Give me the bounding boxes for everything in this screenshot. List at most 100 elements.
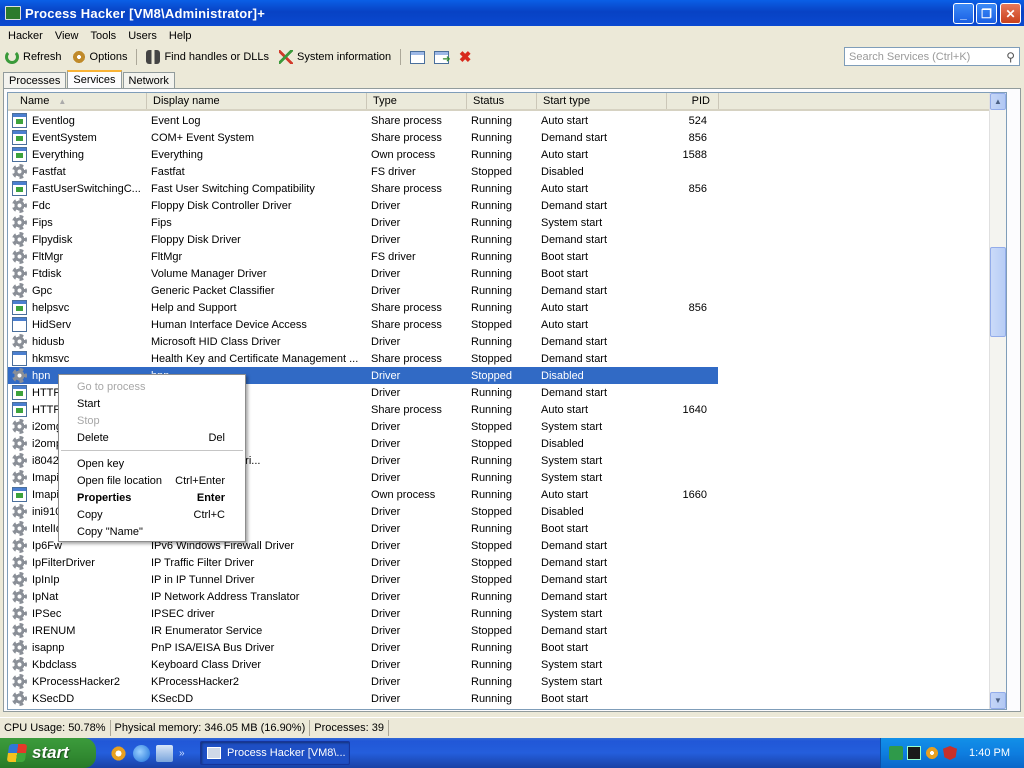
table-row[interactable]: IPSec IPSEC driver Driver Running System sta… xyxy=(8,605,718,622)
service-type-cell: Share process xyxy=(371,301,442,314)
find-handles-button[interactable]: Find handles or DLLs xyxy=(141,47,274,67)
table-row[interactable]: IpInIp IP in IP Tunnel Driver Driver Stoppe… xyxy=(8,571,718,588)
menu-tools[interactable]: Tools xyxy=(85,30,123,42)
service-start-cell: Demand start xyxy=(541,624,608,637)
table-row[interactable]: IRENUM IR Enumerator Service Driver Stopped… xyxy=(8,622,718,639)
table-row[interactable]: Everything Everything Own process Running Au… xyxy=(8,146,718,163)
menu-item-properties[interactable]: Properties Enter xyxy=(59,489,245,506)
terminate-button[interactable]: ✖ xyxy=(456,48,474,66)
tab-network[interactable]: Network xyxy=(122,72,175,89)
table-row[interactable]: FltMgr FltMgr FS driver Running Boot start xyxy=(8,248,718,265)
service-status-cell: Running xyxy=(471,114,512,127)
taskbar-item-process-hacker[interactable]: Process Hacker [VM8\... xyxy=(200,741,350,765)
service-name-cell: IpNat xyxy=(8,589,147,604)
show-desktop-icon[interactable] xyxy=(156,744,173,762)
table-row[interactable]: Fdc Floppy Disk Controller Driver Driver Ru… xyxy=(8,197,718,214)
driver-gear-icon xyxy=(12,215,27,230)
table-row[interactable]: Kbdclass Keyboard Class Driver Driver Runni… xyxy=(8,656,718,673)
column-pid[interactable]: PID xyxy=(667,93,719,109)
menu-item-open-key[interactable]: Open key xyxy=(59,455,245,472)
menu-item-copy[interactable]: Copy Ctrl+C xyxy=(59,506,245,523)
quicklaunch-chevron-icon[interactable]: » xyxy=(179,748,185,759)
sort-ascending-icon: ▲ xyxy=(58,97,67,106)
system-information-button[interactable]: System information xyxy=(274,47,396,67)
menu-item-delete[interactable]: Delete Del xyxy=(59,429,245,446)
clock[interactable]: 1:40 PM xyxy=(969,747,1010,759)
service-type-cell: Share process xyxy=(371,352,442,365)
service-name-cell: Kbdclass xyxy=(8,657,147,672)
service-start-cell: System start xyxy=(541,675,603,688)
table-row[interactable]: Fips Fips Driver Running System start xyxy=(8,214,718,231)
table-row[interactable]: IpFilterDriver IP Traffic Filter Driver Dr… xyxy=(8,554,718,571)
menu-help[interactable]: Help xyxy=(163,30,198,42)
column-name[interactable]: Name ▲ xyxy=(8,93,147,109)
service-type-cell: Driver xyxy=(371,658,401,671)
service-name-cell: IPSec xyxy=(8,606,147,621)
menu-item-go-to-process[interactable]: Go to process xyxy=(59,378,245,395)
table-row[interactable]: Gpc Generic Packet Classifier Driver Runnin… xyxy=(8,282,718,299)
service-display-cell: Microsoft HID Class Driver xyxy=(151,335,281,348)
menu-bar: Hacker View Tools Users Help xyxy=(0,26,1024,45)
monitor-tray-icon[interactable] xyxy=(907,746,921,760)
table-row[interactable]: KProcessHacker2 KProcessHacker2 Driver Runn… xyxy=(8,673,718,690)
column-status[interactable]: Status xyxy=(467,93,537,109)
service-type-cell: Driver xyxy=(371,233,401,246)
search-tray-icon[interactable] xyxy=(925,746,939,760)
internet-explorer-icon[interactable] xyxy=(133,744,150,762)
tab-processes[interactable]: Processes xyxy=(3,72,67,89)
open-window-button[interactable]: ➜ xyxy=(432,48,451,66)
table-row[interactable]: isapnp PnP ISA/EISA Bus Driver Driver Runni… xyxy=(8,639,718,656)
table-row[interactable]: FastUserSwitchingC... Fast User Switching… xyxy=(8,180,718,197)
service-window-icon xyxy=(12,181,27,196)
table-row[interactable]: hkmsvc Health Key and Certificate Managem… xyxy=(8,350,718,367)
column-start-type[interactable]: Start type xyxy=(537,93,667,109)
scroll-up-button[interactable]: ▲ xyxy=(990,93,1006,110)
menu-view[interactable]: View xyxy=(49,30,85,42)
menu-users[interactable]: Users xyxy=(122,30,163,42)
search-input[interactable]: Search Services (Ctrl+K) ⚲ xyxy=(844,47,1020,66)
tab-services[interactable]: Services xyxy=(67,70,122,89)
options-button[interactable]: Options xyxy=(67,47,133,67)
menu-item-open-file-location[interactable]: Open file location Ctrl+Enter xyxy=(59,472,245,489)
window-title: Process Hacker [VM8\Administrator]+ xyxy=(25,5,266,21)
vertical-scrollbar[interactable]: ▲ ▼ xyxy=(989,93,1006,709)
title-bar[interactable]: Process Hacker [VM8\Administrator]+ _ ❐ … xyxy=(0,0,1024,26)
table-row[interactable]: Fastfat Fastfat FS driver Stopped Disabled xyxy=(8,163,718,180)
service-name-cell: hidusb xyxy=(8,334,147,349)
search-quicklaunch-icon[interactable] xyxy=(110,744,127,762)
scroll-thumb[interactable] xyxy=(990,247,1006,337)
service-window-icon xyxy=(12,317,27,332)
table-row[interactable]: HidServ Human Interface Device Access Shar… xyxy=(8,316,718,333)
column-display-name[interactable]: Display name xyxy=(147,93,367,109)
service-name-cell: Eventlog xyxy=(8,113,147,128)
close-button[interactable]: ✕ xyxy=(1000,3,1021,24)
service-name-cell: HidServ xyxy=(8,317,147,332)
table-row[interactable]: Eventlog Event Log Share process Running Aut… xyxy=(8,112,718,129)
menu-item-stop[interactable]: Stop xyxy=(59,412,245,429)
security-shield-icon[interactable] xyxy=(943,746,957,760)
service-status-cell: Stopped xyxy=(471,369,512,382)
service-type-cell: Driver xyxy=(371,335,401,348)
window-arrow-icon: ➜ xyxy=(433,50,451,64)
scroll-down-button[interactable]: ▼ xyxy=(990,692,1006,709)
start-button[interactable]: start xyxy=(0,738,96,768)
table-row[interactable]: KSecDD KSecDD Driver Running Boot start xyxy=(8,690,718,707)
table-row[interactable]: hidusb Microsoft HID Class Driver Driver Ru… xyxy=(8,333,718,350)
maximize-button[interactable]: ❐ xyxy=(976,3,997,24)
network-tray-icon[interactable] xyxy=(889,746,903,760)
table-row[interactable]: IpNat IP Network Address Translator Driver… xyxy=(8,588,718,605)
table-row[interactable]: helpsvc Help and Support Share process Runn… xyxy=(8,299,718,316)
window-icon-button[interactable] xyxy=(408,48,426,66)
table-row[interactable]: Flpydisk Floppy Disk Driver Driver Running D… xyxy=(8,231,718,248)
table-row[interactable]: Ftdisk Volume Manager Driver Driver Running… xyxy=(8,265,718,282)
menu-item-copy-name[interactable]: Copy "Name" xyxy=(59,523,245,540)
service-display-cell: KProcessHacker2 xyxy=(151,675,240,688)
menu-item-start[interactable]: Start xyxy=(59,395,245,412)
refresh-button[interactable]: Refresh xyxy=(0,47,67,67)
menu-hacker[interactable]: Hacker xyxy=(2,30,49,42)
minimize-button[interactable]: _ xyxy=(953,3,974,24)
service-start-cell: Boot start xyxy=(541,267,589,280)
service-start-cell: Demand start xyxy=(541,573,608,586)
column-type[interactable]: Type xyxy=(367,93,467,109)
table-row[interactable]: EventSystem COM+ Event System Share proces… xyxy=(8,129,718,146)
